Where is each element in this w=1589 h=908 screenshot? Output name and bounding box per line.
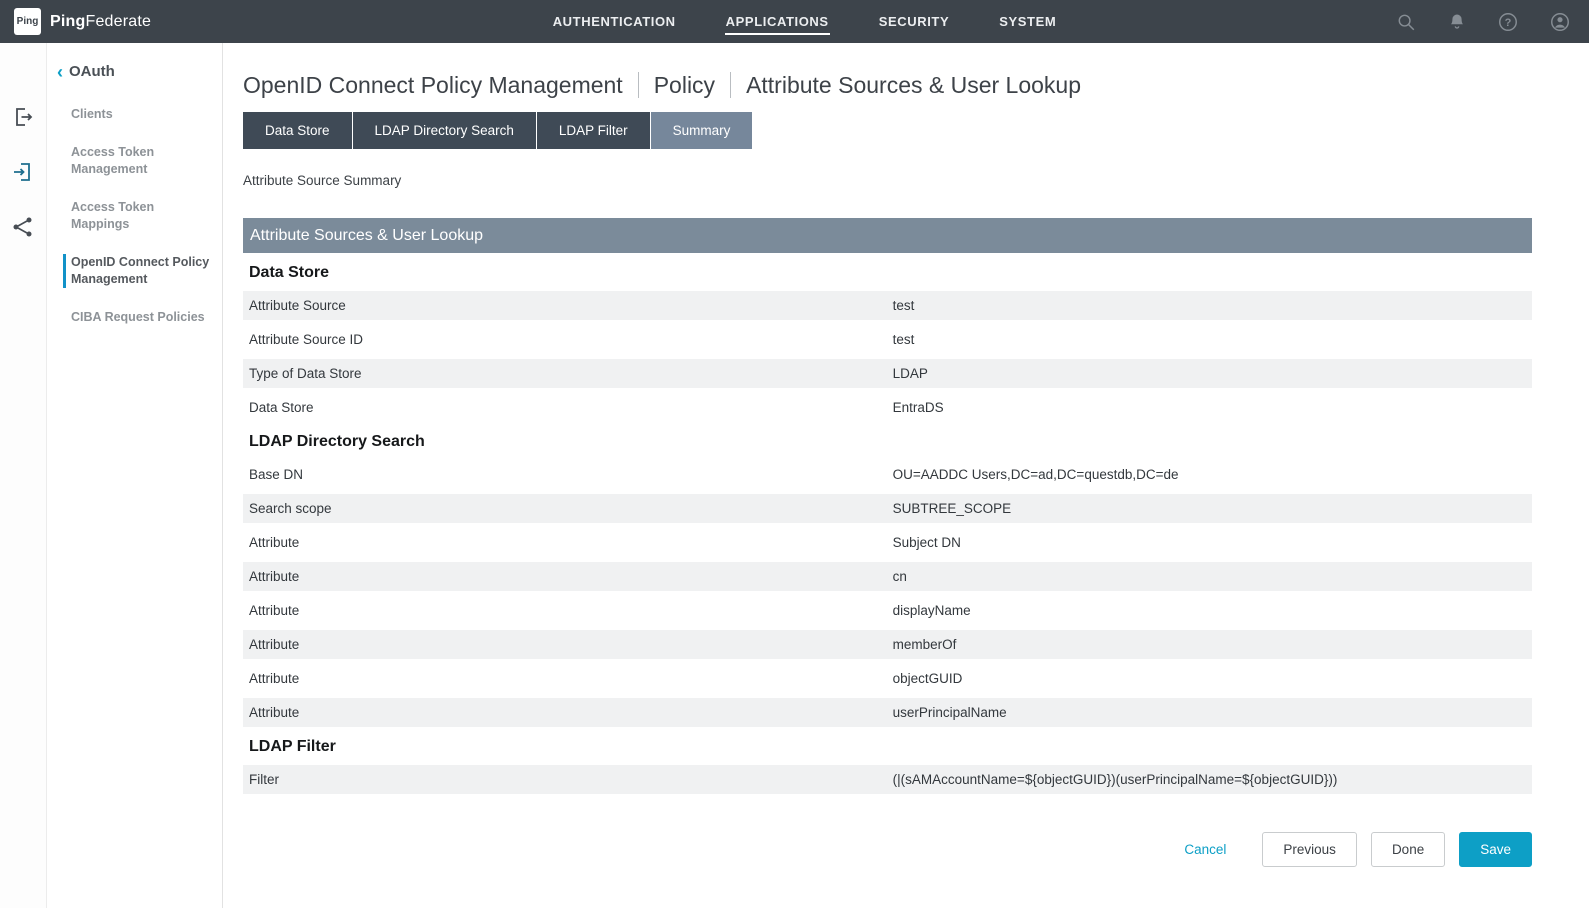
breadcrumb-separator bbox=[638, 72, 639, 98]
panel-title: Attribute Sources & User Lookup bbox=[243, 218, 1532, 253]
nav-item-security[interactable]: SECURITY bbox=[878, 9, 951, 35]
svg-text:?: ? bbox=[1505, 17, 1512, 29]
section-heading-data-store: Data Store bbox=[243, 264, 1532, 282]
tab-ldap-filter[interactable]: LDAP Filter bbox=[537, 112, 650, 149]
tab-data-store[interactable]: Data Store bbox=[243, 112, 352, 149]
row-label: Type of Data Store bbox=[243, 359, 893, 388]
row-label: Attribute bbox=[243, 528, 893, 557]
row-value: memberOf bbox=[893, 630, 1532, 659]
summary-row: Attributecn bbox=[243, 562, 1532, 591]
tab-summary[interactable]: Summary bbox=[651, 112, 753, 149]
row-value: EntraDS bbox=[893, 393, 1532, 422]
summary-row: Base DNOU=AADDC Users,DC=ad,DC=questdb,D… bbox=[243, 460, 1532, 489]
row-value: SUBTREE_SCOPE bbox=[893, 494, 1532, 523]
row-value: objectGUID bbox=[893, 664, 1532, 693]
summary-row: AttributememberOf bbox=[243, 630, 1532, 659]
row-value: userPrincipalName bbox=[893, 698, 1532, 727]
bell-icon[interactable] bbox=[1447, 11, 1467, 33]
section-heading-ldap-filter: LDAP Filter bbox=[243, 738, 1532, 756]
summary-row: Type of Data StoreLDAP bbox=[243, 359, 1532, 388]
row-label: Attribute bbox=[243, 698, 893, 727]
summary-row: AttributeuserPrincipalName bbox=[243, 698, 1532, 727]
row-label: Search scope bbox=[243, 494, 893, 523]
row-value: test bbox=[893, 325, 1532, 354]
row-value: LDAP bbox=[893, 359, 1532, 388]
step-tabs: Data StoreLDAP Directory SearchLDAP Filt… bbox=[243, 112, 1532, 149]
summary-sections: Data StoreAttribute SourcetestAttribute … bbox=[243, 264, 1532, 794]
previous-button[interactable]: Previous bbox=[1262, 832, 1357, 867]
help-icon[interactable]: ? bbox=[1497, 11, 1519, 33]
breadcrumb-segment: Policy bbox=[654, 71, 715, 99]
sidebar-item-access-token-management[interactable]: Access Token Management bbox=[63, 144, 214, 178]
breadcrumb-separator bbox=[730, 72, 731, 98]
brand-text: PingFederate bbox=[50, 13, 151, 31]
summary-row: Attribute Source IDtest bbox=[243, 325, 1532, 354]
sidebar-item-openid-connect-policy-management[interactable]: OpenID Connect Policy Management bbox=[63, 254, 214, 288]
top-icons: ? bbox=[1395, 11, 1571, 33]
tab-ldap-directory-search[interactable]: LDAP Directory Search bbox=[353, 112, 536, 149]
row-value: OU=AADDC Users,DC=ad,DC=questdb,DC=de bbox=[893, 460, 1532, 489]
row-label: Filter bbox=[243, 765, 893, 794]
sidebar-item-clients[interactable]: Clients bbox=[63, 106, 214, 123]
footer-actions: Cancel Previous Done Save bbox=[243, 832, 1532, 891]
top-nav: AUTHENTICATION APPLICATIONS SECURITY SYSTEM bbox=[244, 9, 1365, 35]
sidebar-item-ciba-request-policies[interactable]: CIBA Request Policies bbox=[63, 309, 214, 326]
section-heading-ldap-directory-search: LDAP Directory Search bbox=[243, 433, 1532, 451]
row-label: Attribute Source bbox=[243, 291, 893, 320]
sign-in-door-icon[interactable] bbox=[11, 160, 35, 184]
row-value: Subject DN bbox=[893, 528, 1532, 557]
top-bar: Ping PingFederate AUTHENTICATION APPLICAT… bbox=[0, 0, 1589, 43]
user-icon[interactable] bbox=[1549, 11, 1571, 33]
brand: Ping PingFederate bbox=[14, 8, 244, 35]
summary-row: AttributedisplayName bbox=[243, 596, 1532, 625]
summary-row: AttributeobjectGUID bbox=[243, 664, 1532, 693]
chevron-left-icon: ‹ bbox=[57, 65, 63, 79]
row-label: Data Store bbox=[243, 393, 893, 422]
row-label: Attribute Source ID bbox=[243, 325, 893, 354]
nav-item-authentication[interactable]: AUTHENTICATION bbox=[552, 9, 677, 35]
sidebar-back-oauth[interactable]: ‹ OAuth bbox=[47, 63, 222, 80]
breadcrumb-segment: Attribute Sources & User Lookup bbox=[746, 71, 1081, 99]
logo-text: Ping bbox=[17, 16, 39, 27]
nav-item-applications[interactable]: APPLICATIONS bbox=[725, 9, 830, 35]
sidebar: ‹ OAuth Clients Access Token Management Ac… bbox=[47, 43, 223, 908]
search-icon[interactable] bbox=[1395, 11, 1417, 33]
row-value: test bbox=[893, 291, 1532, 320]
sidebar-item-access-token-mappings[interactable]: Access Token Mappings bbox=[63, 199, 214, 233]
pingfederate-logo: Ping bbox=[14, 8, 41, 35]
row-value: cn bbox=[893, 562, 1532, 591]
save-button[interactable]: Save bbox=[1459, 832, 1532, 867]
page-title-breadcrumb: OpenID Connect Policy Management Policy At… bbox=[243, 71, 1532, 99]
cancel-link[interactable]: Cancel bbox=[1184, 842, 1226, 857]
sign-out-door-icon[interactable] bbox=[11, 105, 35, 129]
row-value: displayName bbox=[893, 596, 1532, 625]
summary-row: Data StoreEntraDS bbox=[243, 393, 1532, 422]
summary-row: AttributeSubject DN bbox=[243, 528, 1532, 557]
row-label: Base DN bbox=[243, 460, 893, 489]
breadcrumb-segment: OpenID Connect Policy Management bbox=[243, 71, 623, 99]
row-label: Attribute bbox=[243, 664, 893, 693]
icon-rail bbox=[0, 43, 47, 908]
summary-label: Attribute Source Summary bbox=[243, 173, 1532, 188]
row-value: (|(sAMAccountName=${objectGUID})(userPri… bbox=[893, 765, 1532, 794]
sidebar-section-title: OAuth bbox=[69, 63, 115, 80]
network-icon[interactable] bbox=[11, 215, 35, 239]
app-body: ‹ OAuth Clients Access Token Management Ac… bbox=[0, 43, 1589, 908]
done-button[interactable]: Done bbox=[1371, 832, 1445, 867]
summary-row: Search scopeSUBTREE_SCOPE bbox=[243, 494, 1532, 523]
main-content: OpenID Connect Policy Management Policy At… bbox=[223, 43, 1589, 908]
summary-row: Filter(|(sAMAccountName=${objectGUID})(u… bbox=[243, 765, 1532, 794]
sidebar-items: Clients Access Token Management Access Tok… bbox=[47, 106, 222, 326]
row-label: Attribute bbox=[243, 562, 893, 591]
row-label: Attribute bbox=[243, 596, 893, 625]
nav-item-system[interactable]: SYSTEM bbox=[998, 9, 1057, 35]
row-label: Attribute bbox=[243, 630, 893, 659]
summary-row: Attribute Sourcetest bbox=[243, 291, 1532, 320]
